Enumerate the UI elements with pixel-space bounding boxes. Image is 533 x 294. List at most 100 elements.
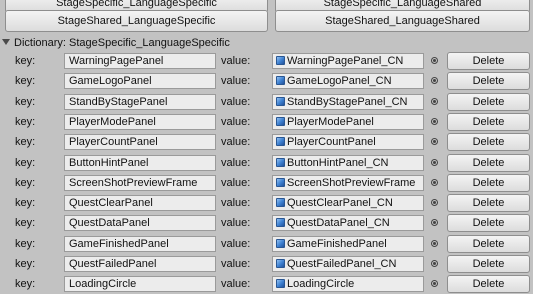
key-input[interactable]: QuestDataPanel (64, 215, 216, 231)
value-object-name: ScreenShotPreviewFrame (287, 177, 416, 189)
value-label: value: (221, 238, 251, 250)
stage-shared-language-shared-button[interactable]: StageShared_LanguageShared (275, 10, 530, 32)
value-object-field[interactable]: ScreenShotPreviewFrame (272, 175, 424, 191)
dictionary-title: Dictionary: StageSpecific_LanguageSpecif… (14, 37, 230, 49)
key-input[interactable]: QuestFailedPanel (64, 256, 216, 272)
key-input[interactable]: GameLogoPanel (64, 73, 216, 89)
value-object-field[interactable]: WarningPagePanel_CN (272, 53, 424, 69)
object-picker-icon[interactable] (431, 77, 438, 84)
value-object-name: WarningPagePanel_CN (287, 55, 404, 67)
object-picker-icon[interactable] (431, 260, 438, 267)
dictionary-row: key: PlayerCountPanel value: PlayerCountPan… (0, 132, 533, 152)
value-object-field[interactable]: StandByStagePanel_CN (272, 94, 424, 110)
key-label: key: (15, 157, 36, 169)
delete-button[interactable]: Delete (447, 235, 530, 253)
dictionary-row: key: QuestFailedPanel value: QuestFailedPan… (0, 254, 533, 274)
object-picker-icon[interactable] (431, 179, 438, 186)
dictionary-row: key: GameFinishedPanel value: GameFinishedP… (0, 234, 533, 254)
prefab-cube-icon (276, 117, 285, 126)
key-input[interactable]: ButtonHintPanel (64, 155, 216, 171)
value-object-field[interactable]: QuestClearPanel_CN (272, 195, 424, 211)
object-picker-icon[interactable] (431, 98, 438, 105)
object-picker-icon[interactable] (431, 280, 438, 287)
delete-button[interactable]: Delete (447, 154, 530, 172)
prefab-cube-icon (276, 158, 285, 167)
key-label: key: (15, 197, 36, 209)
key-input[interactable]: GameFinishedPanel (64, 236, 216, 252)
dictionary-foldout[interactable]: Dictionary: StageSpecific_LanguageSpecif… (2, 36, 230, 50)
key-label: key: (15, 55, 36, 67)
value-object-field[interactable]: ButtonHintPanel_CN (272, 155, 424, 171)
prefab-cube-icon (276, 56, 285, 65)
delete-button[interactable]: Delete (447, 194, 530, 212)
object-picker-icon[interactable] (431, 159, 438, 166)
value-object-name: ButtonHintPanel_CN (287, 157, 389, 169)
object-picker-icon[interactable] (431, 118, 438, 125)
shared-button-row: StageShared_LanguageSpecific StageShared… (0, 10, 533, 32)
value-object-field[interactable]: PlayerCountPanel (272, 134, 424, 150)
value-object-field[interactable]: LoadingCircle (272, 276, 424, 292)
value-label: value: (221, 197, 251, 209)
key-label: key: (15, 238, 36, 250)
key-label: key: (15, 258, 36, 270)
prefab-cube-icon (276, 178, 285, 187)
key-input[interactable]: WarningPagePanel (64, 53, 216, 69)
value-object-field[interactable]: GameFinishedPanel (272, 236, 424, 252)
prefab-cube-icon (276, 97, 285, 106)
key-input[interactable]: PlayerCountPanel (64, 134, 216, 150)
key-label: key: (15, 96, 36, 108)
object-picker-icon[interactable] (431, 199, 438, 206)
value-label: value: (221, 217, 251, 229)
prefab-cube-icon (276, 76, 285, 85)
value-label: value: (221, 96, 251, 108)
dictionary-row: key: QuestClearPanel value: QuestClearPanel… (0, 193, 533, 213)
delete-button[interactable]: Delete (447, 113, 530, 131)
foldout-arrow-icon[interactable] (2, 39, 10, 45)
delete-button[interactable]: Delete (447, 255, 530, 273)
value-object-name: StandByStagePanel_CN (287, 96, 408, 108)
object-picker-icon[interactable] (431, 240, 438, 247)
key-input[interactable]: StandByStagePanel (64, 94, 216, 110)
key-input[interactable]: QuestClearPanel (64, 195, 216, 211)
value-object-field[interactable]: QuestDataPanel_CN (272, 215, 424, 231)
value-object-field[interactable]: GameLogoPanel_CN (272, 73, 424, 89)
value-label: value: (221, 278, 251, 290)
prefab-cube-icon (276, 279, 285, 288)
dictionary-row: key: StandByStagePanel value: StandByStageP… (0, 92, 533, 112)
prefab-cube-icon (276, 137, 285, 146)
object-picker-icon[interactable] (431, 138, 438, 145)
value-object-name: QuestClearPanel_CN (287, 197, 393, 209)
delete-button[interactable]: Delete (447, 133, 530, 151)
value-label: value: (221, 157, 251, 169)
value-label: value: (221, 75, 251, 87)
value-object-field[interactable]: QuestFailedPanel_CN (272, 256, 424, 272)
value-label: value: (221, 136, 251, 148)
dictionary-row: key: PlayerModePanel value: PlayerModePanel… (0, 112, 533, 132)
delete-button[interactable]: Delete (447, 72, 530, 90)
key-input[interactable]: LoadingCircle (64, 276, 216, 292)
dictionary-row: key: ButtonHintPanel value: ButtonHintPanel… (0, 153, 533, 173)
prefab-cube-icon (276, 239, 285, 248)
object-picker-icon[interactable] (431, 57, 438, 64)
prefab-cube-icon (276, 259, 285, 268)
value-object-field[interactable]: PlayerModePanel (272, 114, 424, 130)
key-input[interactable]: ScreenShotPreviewFrame (64, 175, 216, 191)
delete-button[interactable]: Delete (447, 174, 530, 192)
delete-button[interactable]: Delete (447, 93, 530, 111)
delete-button[interactable]: Delete (447, 52, 530, 70)
key-label: key: (15, 75, 36, 87)
key-label: key: (15, 136, 36, 148)
value-label: value: (221, 258, 251, 270)
dictionary-row: key: GameLogoPanel value: GameLogoPanel_CN D… (0, 71, 533, 91)
object-picker-icon[interactable] (431, 219, 438, 226)
key-label: key: (15, 177, 36, 189)
delete-button[interactable]: Delete (447, 275, 530, 293)
value-object-name: QuestDataPanel_CN (287, 217, 390, 229)
dictionary-row: key: ScreenShotPreviewFrame value: ScreenSh… (0, 173, 533, 193)
key-input[interactable]: PlayerModePanel (64, 114, 216, 130)
key-label: key: (15, 116, 36, 128)
stage-shared-language-specific-button[interactable]: StageShared_LanguageSpecific (5, 10, 268, 32)
key-label: key: (15, 217, 36, 229)
delete-button[interactable]: Delete (447, 214, 530, 232)
dictionary-row: key: QuestDataPanel value: QuestDataPanel_C… (0, 213, 533, 233)
